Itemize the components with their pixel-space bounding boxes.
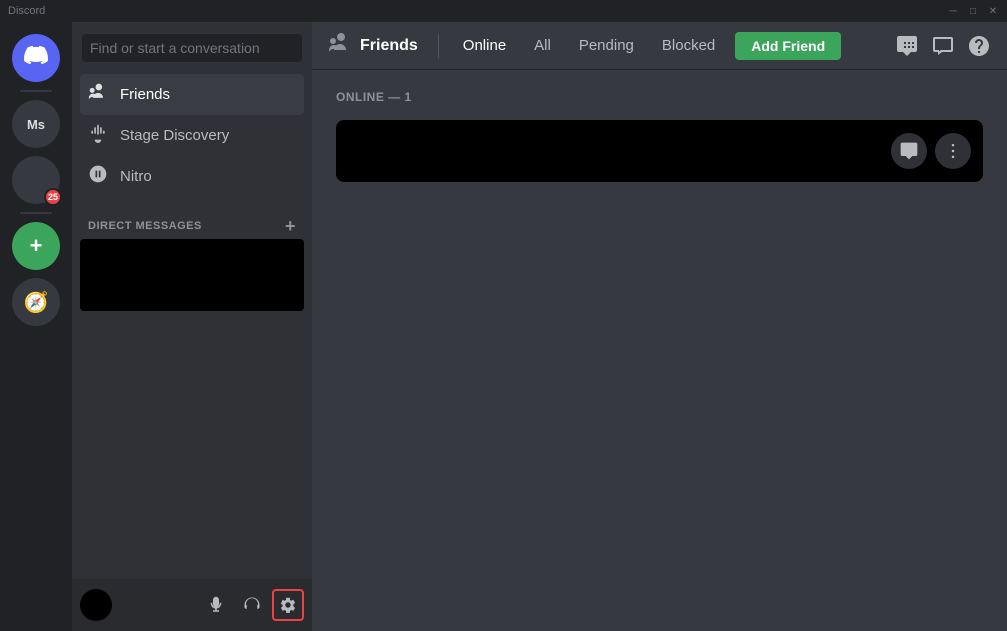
main-content: Friends Online All Pending Blocked Add F…	[312, 22, 1007, 631]
friends-nav-icon	[88, 82, 108, 107]
server-divider	[20, 90, 52, 92]
tab-pending[interactable]: Pending	[567, 33, 646, 58]
microphone-button[interactable]	[200, 589, 232, 621]
server-label-ms: Ms	[27, 117, 45, 132]
friend-row[interactable]	[336, 120, 983, 182]
discord-logo-icon	[24, 43, 48, 73]
user-panel	[72, 579, 312, 631]
titlebar: Discord ─ □ ✕	[0, 0, 1007, 22]
nav-item-nitro-label: Nitro	[120, 168, 152, 185]
search-bar-container	[72, 22, 312, 70]
stage-nav-icon	[88, 123, 108, 148]
tab-all[interactable]: All	[522, 33, 563, 58]
topbar-title: Friends	[360, 37, 418, 55]
server-icon-ms[interactable]: Ms	[12, 100, 60, 148]
headset-button[interactable]	[236, 589, 268, 621]
new-group-dm-button[interactable]	[895, 34, 919, 58]
friends-topbar-icon	[328, 31, 352, 60]
dm-item[interactable]	[80, 239, 304, 311]
home-button[interactable]	[12, 34, 60, 82]
tab-online[interactable]: Online	[451, 33, 518, 58]
message-friend-button[interactable]	[891, 133, 927, 169]
nav-item-stage-label: Stage Discovery	[120, 127, 229, 144]
dm-list	[72, 239, 312, 579]
app-title: Discord	[8, 5, 45, 17]
topbar: Friends Online All Pending Blocked Add F…	[312, 22, 1007, 70]
topbar-divider	[438, 34, 439, 58]
friends-content: ONLINE — 1	[312, 70, 1007, 631]
maximize-button[interactable]: □	[967, 5, 979, 17]
add-server-icon: +	[30, 233, 43, 259]
inbox-button[interactable]	[931, 34, 955, 58]
add-dm-button[interactable]: +	[285, 217, 296, 235]
app-layout: Ms 25 + 🧭	[0, 22, 1007, 631]
nav-item-nitro[interactable]: Nitro	[80, 156, 304, 197]
channel-sidebar: Friends Stage Discovery Nitro	[72, 22, 312, 631]
help-button[interactable]	[967, 34, 991, 58]
nav-item-friends[interactable]: Friends	[80, 74, 304, 115]
dm-section-header: DIRECT MESSAGES +	[72, 201, 312, 239]
nitro-nav-icon	[88, 164, 108, 189]
nav-item-friends-label: Friends	[120, 86, 170, 103]
settings-button[interactable]	[272, 589, 304, 621]
tab-blocked[interactable]: Blocked	[650, 33, 727, 58]
user-avatar	[80, 589, 112, 621]
close-button[interactable]: ✕	[987, 5, 999, 17]
compass-icon: 🧭	[24, 290, 49, 315]
explore-button[interactable]: 🧭	[12, 278, 60, 326]
nav-item-stage[interactable]: Stage Discovery	[80, 115, 304, 156]
friend-actions	[891, 133, 971, 169]
more-options-button[interactable]	[935, 133, 971, 169]
online-header: ONLINE — 1	[336, 90, 983, 104]
add-server-button[interactable]: +	[12, 222, 60, 270]
notification-badge: 25	[44, 188, 62, 206]
add-friend-button[interactable]: Add Friend	[735, 32, 841, 60]
user-controls	[200, 589, 304, 621]
window-controls: ─ □ ✕	[947, 5, 999, 17]
server-icon-avatar[interactable]: 25	[12, 156, 60, 204]
server-sidebar: Ms 25 + 🧭	[0, 22, 72, 631]
server-divider-2	[20, 212, 52, 214]
minimize-button[interactable]: ─	[947, 5, 959, 17]
dm-section-label: DIRECT MESSAGES	[88, 220, 202, 232]
search-input[interactable]	[82, 34, 302, 62]
nav-items: Friends Stage Discovery Nitro	[72, 70, 312, 201]
